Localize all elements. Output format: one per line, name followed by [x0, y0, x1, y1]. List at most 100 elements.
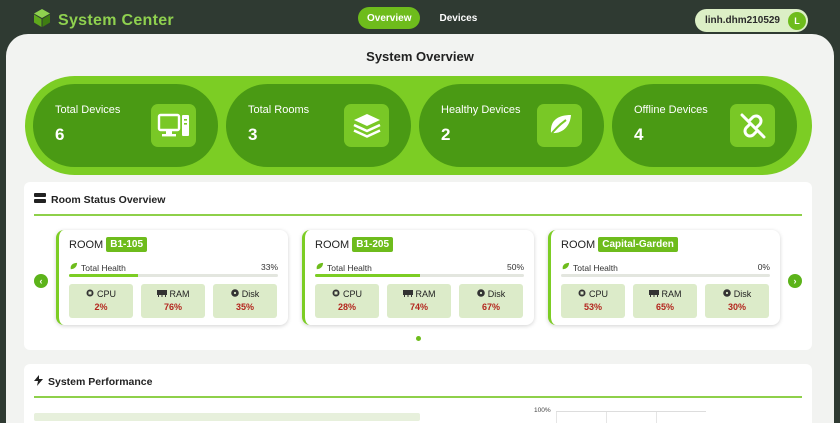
- metric-label-group: RAM: [633, 289, 697, 299]
- carousel-dot[interactable]: [416, 336, 421, 341]
- health-percent: 33%: [260, 262, 278, 272]
- chevron-left-icon: ‹: [39, 276, 43, 286]
- leaf-icon: [69, 262, 78, 273]
- health-label: Total Health: [573, 262, 618, 273]
- stat-label: Total Devices: [55, 104, 121, 116]
- top-header: System Center Overview Devices linh.dhm2…: [0, 0, 840, 34]
- metric-value: 2%: [94, 302, 108, 312]
- room-title: ROOM Capital-Garden: [561, 237, 678, 252]
- metric-ram: RAM 76%: [141, 284, 205, 318]
- tab-overview[interactable]: Overview: [358, 7, 421, 29]
- metric-label-group: Disk: [705, 289, 769, 299]
- metric-label-group: CPU: [315, 289, 379, 299]
- health-row: Total Health 0%: [561, 262, 770, 273]
- metric-name: Disk: [241, 289, 260, 299]
- metric-value: 67%: [481, 302, 500, 312]
- health-fill: [69, 274, 138, 277]
- brand-name: System Center: [58, 11, 174, 29]
- tab-devices[interactable]: Devices: [430, 7, 486, 29]
- room-name-badge: B1-105: [106, 237, 148, 252]
- metric-label-group: CPU: [561, 289, 625, 299]
- disk-icon: [476, 289, 485, 299]
- health-percent: 0%: [757, 262, 770, 272]
- leaf-icon: [537, 104, 582, 147]
- stat-card-healthy-devices: Healthy Devices 2: [419, 84, 604, 167]
- metric-label-group: Disk: [213, 289, 277, 299]
- room-card[interactable]: ROOM Capital-Garden Total Health 0% CPU …: [548, 230, 780, 325]
- main-nav: Overview Devices: [358, 7, 486, 29]
- brand[interactable]: System Center: [32, 8, 174, 33]
- health-bar: [315, 274, 524, 277]
- health-bar: [69, 274, 278, 277]
- health-percent: 50%: [506, 262, 524, 272]
- room-prefix: ROOM: [69, 238, 104, 251]
- metric-name: CPU: [96, 289, 116, 299]
- system-performance-section: System Performance 100%: [24, 364, 812, 423]
- stat-label: Offline Devices: [634, 104, 708, 116]
- disk-icon: [722, 289, 731, 299]
- carousel-next-button[interactable]: ›: [788, 274, 802, 288]
- cpu-icon: [578, 289, 586, 299]
- section-title: System Performance: [48, 376, 153, 388]
- metric-disk: Disk 30%: [705, 284, 769, 318]
- main-panel: System Overview Total Devices 6 Total Ro…: [6, 34, 834, 423]
- health-label: Total Health: [327, 262, 372, 273]
- health-fill: [315, 274, 420, 277]
- performance-bar: [34, 413, 420, 421]
- metric-label-group: RAM: [387, 289, 451, 299]
- metric-cpu: CPU 2%: [69, 284, 133, 318]
- metric-name: RAM: [661, 289, 682, 299]
- memory-icon: [648, 289, 659, 299]
- metric-name: RAM: [169, 289, 190, 299]
- stat-card-total-devices: Total Devices 6: [33, 84, 218, 167]
- avatar: L: [788, 11, 806, 30]
- server-icon: [34, 193, 46, 206]
- stat-value: 4: [634, 125, 644, 144]
- room-title: ROOM B1-105: [69, 237, 148, 252]
- lightning-icon: [34, 375, 43, 389]
- health-label-group: Total Health: [69, 262, 126, 273]
- user-menu[interactable]: linh.dhm210529 L: [694, 9, 808, 32]
- room-card[interactable]: ROOM B1-205 Total Health 50% CPU 28% RAM…: [302, 230, 534, 325]
- metric-name: RAM: [415, 289, 436, 299]
- stat-value: 6: [55, 125, 65, 144]
- room-name-badge: B1-205: [352, 237, 394, 252]
- metric-disk: Disk 67%: [459, 284, 523, 318]
- carousel-prev-button[interactable]: ‹: [34, 274, 48, 288]
- room-title: ROOM B1-205: [315, 237, 394, 252]
- disk-icon: [230, 289, 239, 299]
- metric-label-group: CPU: [69, 289, 133, 299]
- leaf-icon: [315, 262, 324, 273]
- room-name-badge: Capital-Garden: [598, 237, 678, 252]
- layers-icon: [344, 104, 389, 147]
- health-row: Total Health 50%: [315, 262, 524, 273]
- metric-cpu: CPU 28%: [315, 284, 379, 318]
- room-prefix: ROOM: [315, 238, 350, 251]
- section-divider: [34, 396, 802, 398]
- stat-label: Healthy Devices: [441, 104, 521, 116]
- metric-name: CPU: [588, 289, 608, 299]
- metric-ram: RAM 74%: [387, 284, 451, 318]
- metric-value: 53%: [583, 302, 602, 312]
- leaf-icon: [561, 262, 570, 273]
- broken-link-icon: [730, 104, 775, 147]
- chart-grid: [556, 411, 706, 423]
- chevron-right-icon: ›: [793, 276, 797, 286]
- room-card[interactable]: ROOM B1-105 Total Health 33% CPU 2% RAM …: [56, 230, 288, 325]
- section-header: Room Status Overview: [34, 193, 165, 206]
- metric-value: 74%: [409, 302, 428, 312]
- stats-band: Total Devices 6 Total Rooms 3 Healthy De…: [25, 76, 812, 175]
- section-divider: [34, 214, 802, 216]
- cpu-icon: [86, 289, 94, 299]
- room-prefix: ROOM: [561, 238, 596, 251]
- cpu-icon: [332, 289, 340, 299]
- metric-label-group: RAM: [141, 289, 205, 299]
- stat-card-total-rooms: Total Rooms 3: [226, 84, 411, 167]
- room-status-section: Room Status Overview ‹ › ROOM B1-105 Tot…: [24, 182, 812, 350]
- memory-icon: [156, 289, 167, 299]
- stat-value: 2: [441, 125, 451, 144]
- metric-cpu: CPU 53%: [561, 284, 625, 318]
- metric-ram: RAM 65%: [633, 284, 697, 318]
- stat-value: 3: [248, 125, 258, 144]
- metric-disk: Disk 35%: [213, 284, 277, 318]
